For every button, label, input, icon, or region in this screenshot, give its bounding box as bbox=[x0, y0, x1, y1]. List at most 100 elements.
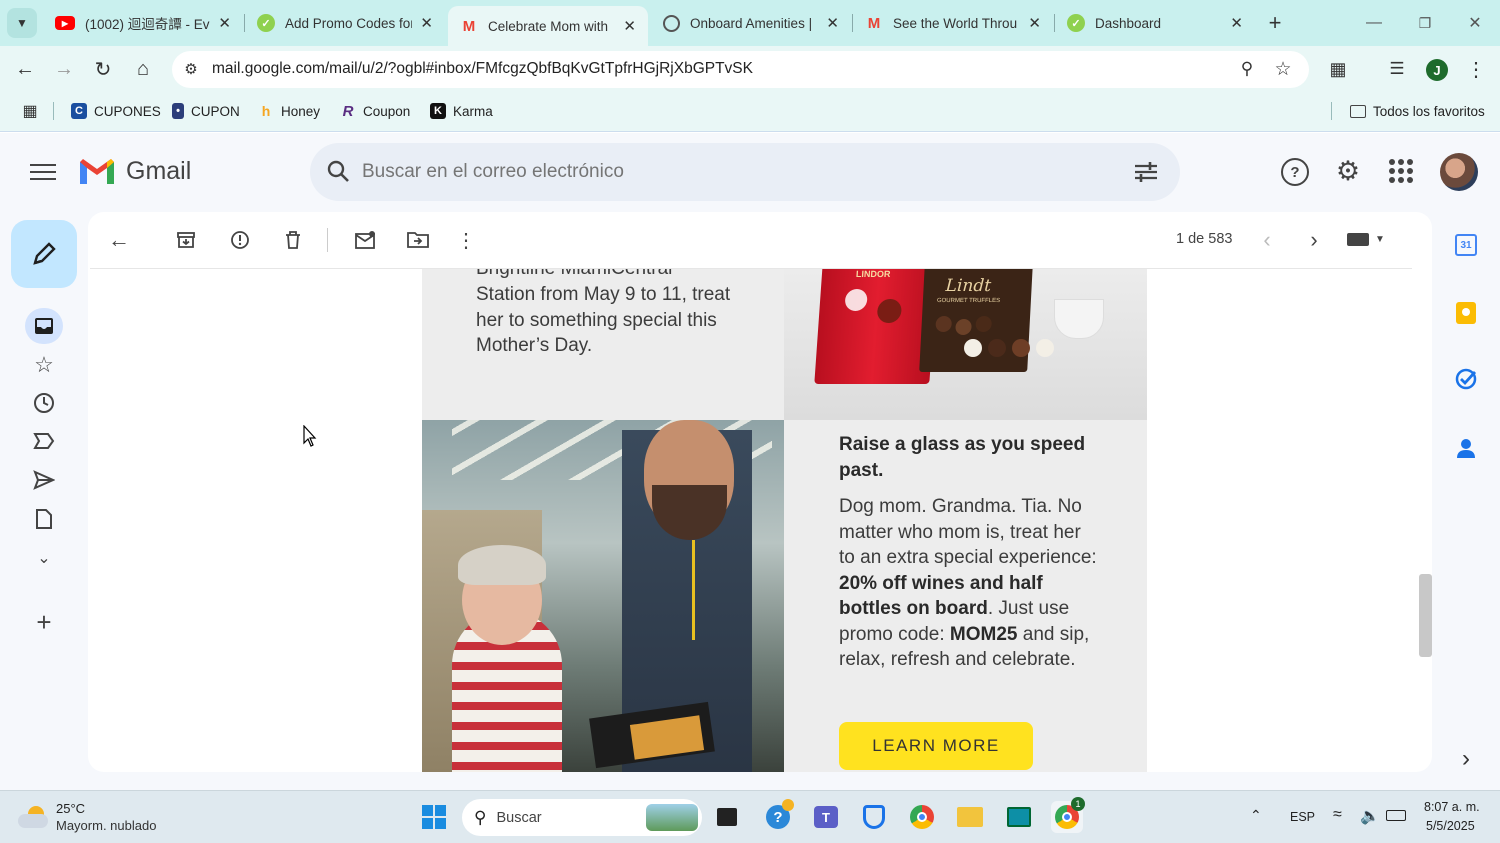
home-icon[interactable]: ⌂ bbox=[129, 55, 157, 83]
window-close-button[interactable]: ✕ bbox=[1461, 10, 1489, 36]
pencil-icon bbox=[33, 242, 56, 265]
browser-tab[interactable]: Onboard Amenities | ✕ bbox=[651, 6, 851, 40]
close-icon[interactable]: ✕ bbox=[1230, 14, 1243, 32]
tab-title: Onboard Amenities | bbox=[690, 15, 813, 31]
weather-widget[interactable]: 25°C Mayorm. nublado bbox=[18, 800, 156, 834]
copilot-icon[interactable]: ? bbox=[762, 799, 794, 833]
tasks-icon[interactable] bbox=[1452, 365, 1480, 393]
browser-tab[interactable]: M See the World Throu ✕ bbox=[853, 6, 1053, 40]
bookmark-label: Karma bbox=[453, 103, 493, 119]
expand-side-panel-chevron-icon[interactable]: › bbox=[1452, 745, 1480, 773]
delete-trash-icon[interactable] bbox=[279, 226, 307, 254]
nav-create-label-plus-icon[interactable]: + bbox=[30, 607, 58, 637]
input-tools-keyboard-icon[interactable]: ▼ bbox=[1347, 233, 1385, 246]
search-filters-icon[interactable] bbox=[1132, 158, 1160, 186]
browser-tab[interactable]: ✓ Add Promo Codes for ✕ bbox=[245, 6, 445, 40]
all-bookmarks-folder[interactable]: Todos los favoritos bbox=[1350, 101, 1485, 121]
nav-more-chevron-down-icon[interactable]: ⌄ bbox=[30, 544, 58, 572]
gmail-logo[interactable]: Gmail bbox=[78, 156, 191, 186]
profile-avatar[interactable]: J bbox=[1426, 59, 1448, 81]
tab-title: Add Promo Codes for bbox=[285, 15, 413, 31]
close-icon[interactable]: ✕ bbox=[826, 14, 839, 32]
security-shield-icon[interactable] bbox=[858, 801, 890, 833]
mark-unread-mail-icon[interactable] bbox=[351, 226, 379, 254]
globe-icon bbox=[663, 14, 680, 32]
nav-sent-icon[interactable] bbox=[30, 466, 58, 494]
media-control-icon[interactable]: ☰ bbox=[1383, 55, 1411, 83]
bookmark-karma[interactable]: K Karma bbox=[430, 101, 493, 121]
more-options-kebab-icon[interactable]: ⋮ bbox=[452, 226, 480, 254]
browser-tab-active[interactable]: M Celebrate Mom with ✕ bbox=[448, 6, 648, 46]
learn-more-button[interactable]: LEARN MORE bbox=[839, 722, 1033, 770]
reload-icon[interactable]: ↻ bbox=[89, 55, 117, 83]
clock-date[interactable]: 5/5/2025 bbox=[1426, 819, 1475, 833]
pagination-label: 1 de 583 bbox=[1176, 231, 1233, 247]
nav-drafts-file-icon[interactable] bbox=[30, 505, 58, 533]
chrome-profile-icon[interactable] bbox=[906, 801, 938, 833]
archive-icon[interactable] bbox=[172, 226, 200, 254]
extensions-icon[interactable]: ▦ bbox=[1324, 55, 1352, 83]
promo-code: MOM25 bbox=[949, 623, 1018, 645]
calendar-icon[interactable]: 31 bbox=[1452, 231, 1480, 259]
bookmark-honey[interactable]: h Honey bbox=[258, 101, 320, 121]
site-settings-icon[interactable]: ⚙ bbox=[177, 55, 205, 83]
apps-grid-icon[interactable]: ▦ bbox=[20, 101, 40, 121]
older-chevron-right-icon[interactable]: › bbox=[1300, 226, 1328, 254]
search-icon[interactable] bbox=[325, 158, 353, 186]
zoom-icon[interactable]: ⚲ bbox=[1233, 55, 1261, 83]
nav-important-label-icon[interactable] bbox=[30, 427, 58, 455]
nav-inbox[interactable] bbox=[25, 308, 63, 344]
close-icon[interactable]: ✕ bbox=[1028, 14, 1041, 32]
close-icon[interactable]: ✕ bbox=[420, 14, 433, 32]
nav-snoozed-clock-icon[interactable] bbox=[30, 389, 58, 417]
browser-tab[interactable]: ✓ Dashboard ✕ bbox=[1055, 6, 1255, 40]
intro-partial-line: Brightline MiamiCentral bbox=[476, 269, 672, 282]
lock-icon: • bbox=[172, 103, 184, 119]
battery-icon[interactable] bbox=[1386, 810, 1406, 821]
browser-tab[interactable]: ▶ (1002) 迴迴奇譚 - Eve ✕ bbox=[43, 6, 243, 40]
bookmark-coupon[interactable]: R Coupon bbox=[340, 101, 411, 121]
close-icon[interactable]: ✕ bbox=[623, 17, 636, 35]
contacts-icon[interactable] bbox=[1452, 434, 1480, 462]
minimize-button[interactable]: — bbox=[1360, 10, 1388, 36]
url-text[interactable]: mail.google.com/mail/u/2/?ogbl#inbox/FMf… bbox=[212, 60, 753, 78]
google-apps-icon[interactable] bbox=[1389, 159, 1413, 183]
bookmark-cupones[interactable]: C CUPONES bbox=[71, 101, 161, 121]
help-icon[interactable]: ? bbox=[1281, 158, 1309, 186]
back-arrow-icon[interactable]: ← bbox=[11, 55, 39, 83]
search-input[interactable] bbox=[362, 158, 1102, 186]
task-view-icon[interactable] bbox=[711, 801, 743, 833]
chrome-icon[interactable]: 1 bbox=[1051, 797, 1085, 833]
remote-desktop-icon[interactable] bbox=[1003, 801, 1035, 833]
language-indicator[interactable]: ESP bbox=[1290, 810, 1315, 824]
move-to-folder-icon[interactable] bbox=[404, 226, 432, 254]
compose-button[interactable] bbox=[11, 220, 77, 288]
tab-search-button[interactable]: ▼ bbox=[7, 8, 37, 38]
account-avatar[interactable] bbox=[1440, 153, 1478, 191]
back-to-inbox-arrow-icon[interactable]: ← bbox=[105, 226, 133, 254]
new-tab-button[interactable]: + bbox=[1262, 10, 1288, 36]
nav-starred-star-icon[interactable]: ☆ bbox=[30, 351, 58, 379]
menu-kebab-icon[interactable]: ⋮ bbox=[1462, 55, 1490, 83]
star-icon[interactable]: ☆ bbox=[1269, 55, 1297, 83]
report-spam-icon[interactable] bbox=[226, 226, 254, 254]
intro-block: Brightline MiamiCentral Station from May… bbox=[422, 269, 784, 420]
wifi-icon[interactable]: ≈ bbox=[1333, 806, 1342, 824]
bookmark-cupon[interactable]: • CUPON bbox=[172, 101, 240, 121]
newer-chevron-left-icon[interactable]: ‹ bbox=[1253, 226, 1281, 254]
forward-arrow-icon[interactable]: → bbox=[50, 55, 78, 83]
restore-button[interactable]: ❐ bbox=[1411, 10, 1439, 36]
folder-icon bbox=[1350, 104, 1366, 118]
taskbar-search[interactable]: ⚲ Buscar bbox=[462, 799, 702, 836]
clock-time[interactable]: 8:07 a. m. bbox=[1424, 800, 1480, 814]
volume-icon[interactable]: 🔈 bbox=[1360, 806, 1380, 826]
show-hidden-icons-chevron-up-icon[interactable]: ⌃ bbox=[1250, 807, 1262, 824]
windows-start-icon[interactable] bbox=[418, 801, 450, 833]
settings-gear-icon[interactable]: ⚙ bbox=[1334, 156, 1362, 186]
message-scrollbar-thumb[interactable] bbox=[1419, 574, 1432, 657]
keep-icon[interactable] bbox=[1452, 299, 1480, 327]
main-menu-icon[interactable] bbox=[30, 159, 56, 185]
close-icon[interactable]: ✕ bbox=[218, 14, 231, 32]
file-explorer-folder-icon[interactable] bbox=[954, 801, 986, 833]
teams-icon[interactable]: T bbox=[810, 801, 842, 833]
